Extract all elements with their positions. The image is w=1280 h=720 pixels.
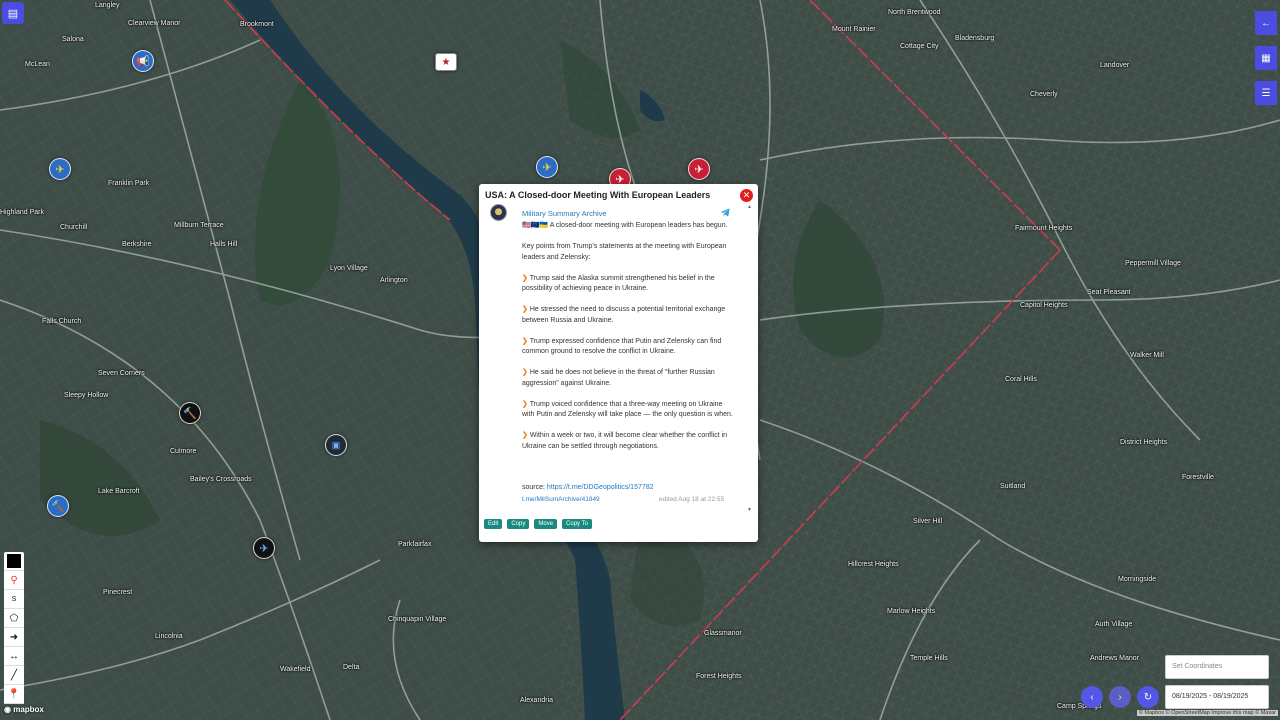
- telegram-post: Military Summary Archive 🇺🇸🇪🇺🇺🇦 A closed…: [487, 204, 749, 510]
- measure-tool-icon[interactable]: ↔: [4, 647, 24, 666]
- marker-tool-icon[interactable]: ⚲: [4, 571, 24, 590]
- close-icon[interactable]: ✕: [740, 189, 753, 202]
- popup-title: USA: A Closed-door Meeting With European…: [485, 190, 711, 200]
- post-point: ❯ Trump expressed confidence that Putin …: [522, 337, 722, 356]
- us-flag-marker-icon[interactable]: ★: [435, 53, 457, 71]
- post-point: ❯ Trump said the Alaska summit strengthe…: [522, 274, 715, 293]
- source-link[interactable]: https://t.me/DDGeopolitics/157782: [547, 484, 654, 491]
- tv-marker-icon[interactable]: ▣: [325, 434, 347, 456]
- arrow-icon: ❯: [522, 306, 528, 313]
- event-marker-icon[interactable]: ✈: [688, 158, 710, 180]
- post-body: 🇺🇸🇪🇺🇺🇦 A closed-door meeting with Europe…: [522, 221, 735, 463]
- date-range-field[interactable]: 08/19/2025 - 08/19/2025: [1165, 685, 1269, 709]
- event-marker-icon[interactable]: 🔨: [179, 402, 201, 424]
- next-day-icon[interactable]: ›: [1109, 686, 1131, 708]
- event-marker-icon[interactable]: ✈: [253, 537, 275, 559]
- coordinates-input[interactable]: Set Coordinates: [1165, 655, 1269, 679]
- event-marker-icon[interactable]: ✈: [49, 158, 71, 180]
- map-icon[interactable]: ▦: [1255, 46, 1277, 70]
- post-point: ❯ Within a week or two, it will become c…: [522, 432, 728, 450]
- event-marker-icon[interactable]: 🔨: [47, 495, 69, 517]
- copy-button[interactable]: Copy: [507, 519, 530, 529]
- post-point: ❯ He said he does not believe in the thr…: [522, 369, 715, 387]
- arrow-icon: ❯: [522, 400, 528, 408]
- popup-actions: Edit Copy Move Copy To: [484, 519, 592, 529]
- layers-menu-button[interactable]: ▤: [2, 2, 24, 24]
- text-tool-icon[interactable]: S: [4, 590, 24, 609]
- map-attribution[interactable]: © Mapbox © OpenStreetMap Improve this ma…: [1136, 710, 1278, 716]
- post-link[interactable]: t.me/MilSumArchive/41849: [522, 496, 600, 503]
- event-marker-icon[interactable]: ✈: [536, 156, 558, 178]
- list-icon[interactable]: ☰: [1255, 81, 1277, 105]
- move-button[interactable]: Move: [534, 519, 558, 529]
- event-popup: USA: A Closed-door Meeting With European…: [479, 184, 758, 542]
- copy-to-button[interactable]: Copy To: [562, 519, 592, 529]
- arrow-tool-icon[interactable]: ➜: [4, 628, 24, 647]
- arrow-icon: ❯: [522, 369, 528, 376]
- pin-tool-icon[interactable]: 📍: [4, 685, 24, 704]
- back-arrow-icon[interactable]: ←: [1255, 11, 1277, 35]
- arrow-icon: ❯: [522, 432, 528, 439]
- edit-button[interactable]: Edit: [484, 519, 503, 529]
- source-line: source: https://t.me/DDGeopolitics/15778…: [522, 484, 654, 491]
- mapbox-logo: ◉ mapbox: [4, 705, 44, 714]
- post-edited-time: edited Aug 18 at 22:55: [659, 496, 725, 503]
- channel-name-link[interactable]: Military Summary Archive: [522, 209, 607, 218]
- arrow-icon: ❯: [522, 274, 528, 282]
- telegram-icon: [720, 208, 730, 217]
- post-heading: Key points from Trump's statements at th…: [522, 243, 727, 261]
- refresh-icon[interactable]: ↻: [1137, 686, 1159, 708]
- channel-avatar: [490, 204, 507, 221]
- post-point: ❯ Trump voiced confidence that a three-w…: [522, 400, 733, 419]
- previous-day-icon[interactable]: ‹: [1081, 686, 1103, 708]
- source-label: source:: [522, 484, 545, 491]
- color-swatch-button[interactable]: [4, 552, 24, 571]
- draw-toolbar: ⚲ S ⬠ ➜ ↔ ╱ 📍: [4, 552, 24, 704]
- polygon-tool-icon[interactable]: ⬠: [4, 609, 24, 628]
- post-intro: 🇺🇸🇪🇺🇺🇦 A closed-door meeting with Europe…: [522, 222, 728, 229]
- event-marker-icon[interactable]: 📢: [132, 50, 154, 72]
- line-tool-icon[interactable]: ╱: [4, 666, 24, 685]
- post-point: ❯ He stressed the need to discuss a pote…: [522, 306, 726, 324]
- arrow-icon: ❯: [522, 337, 528, 345]
